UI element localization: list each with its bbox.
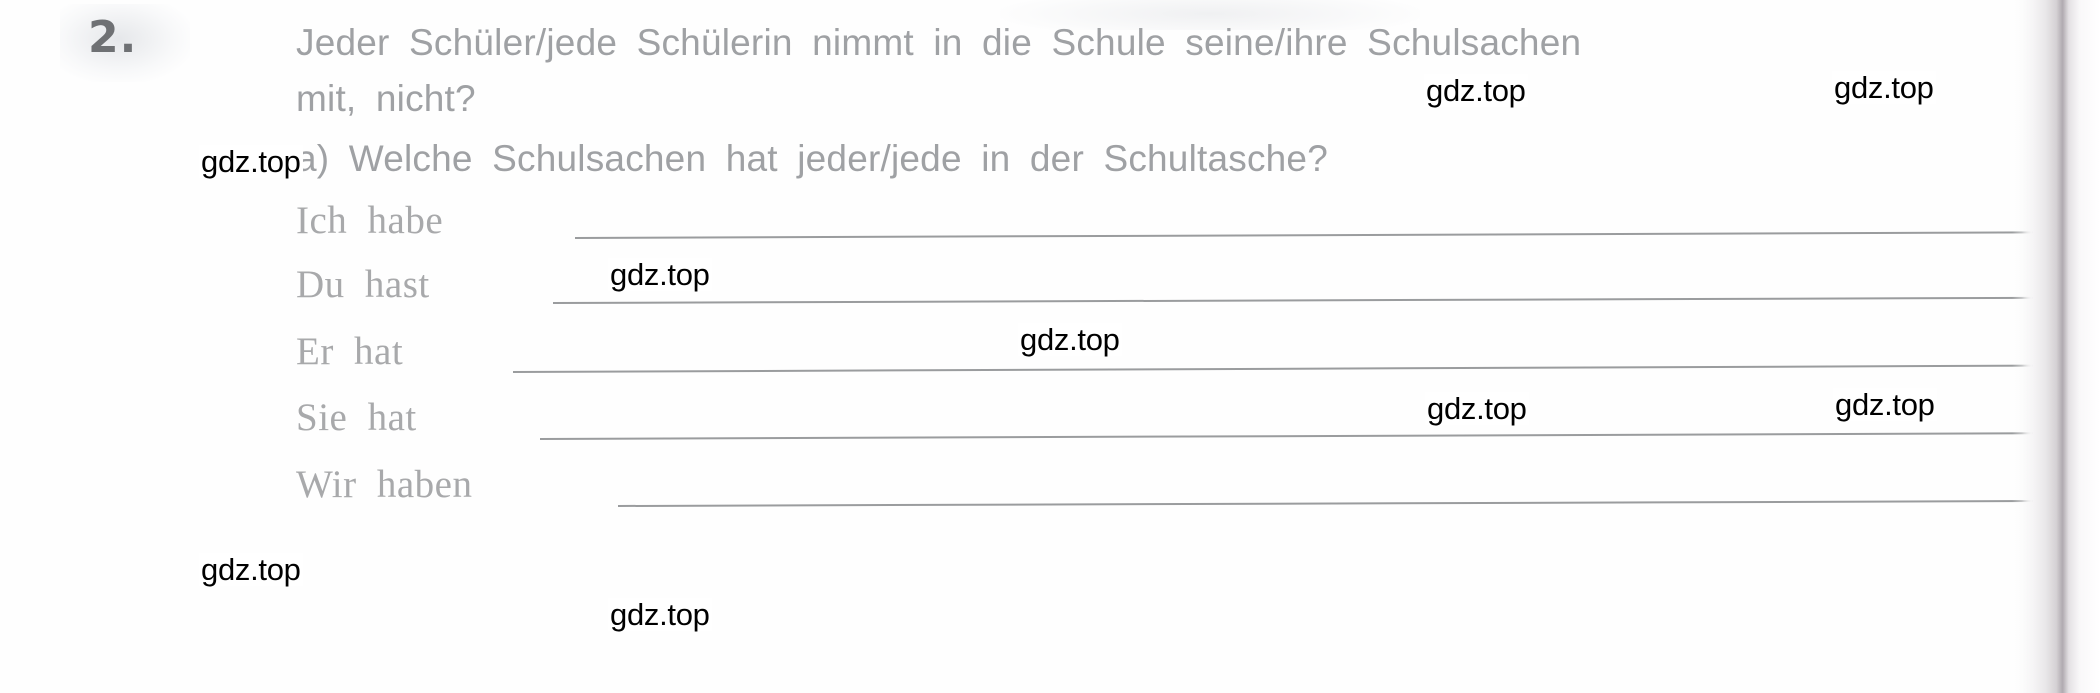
exercise-number: 2. (88, 12, 138, 63)
watermark-gdz-top: gdz.top (608, 597, 712, 632)
answer-prompt-sie-hat: Sie hat (296, 396, 417, 439)
answer-line-er-hat[interactable] (512, 364, 2063, 373)
answer-line-du-hast[interactable] (552, 296, 2063, 304)
answer-line-ich-habe[interactable] (574, 231, 2060, 239)
question-line-2: mit, nicht? (296, 78, 476, 119)
page-edge-shadow (2022, 0, 2100, 693)
answer-prompt-du-hast: Du hast (296, 263, 430, 306)
watermark-gdz-top: gdz.top (1018, 322, 1122, 357)
answer-prompt-er-hat: Er hat (296, 330, 404, 373)
sub-question-a: a) Welche Schulsachen hat jeder/jede in … (296, 138, 1328, 179)
watermark-gdz-top: gdz.top (1425, 391, 1529, 426)
scanned-page: 2. Jeder Schüler/jede Schülerin nimmt in… (0, 0, 2100, 693)
watermark-gdz-top: gdz.top (199, 144, 303, 179)
page-edge-inner-shadow (2012, 0, 2032, 693)
watermark-gdz-top: gdz.top (1832, 70, 1936, 105)
answer-prompt-ich-habe: Ich habe (296, 199, 444, 242)
answer-line-wir-haben[interactable] (617, 499, 2063, 507)
watermark-gdz-top: gdz.top (1424, 73, 1528, 108)
answer-prompt-wir-haben: Wir haben (296, 463, 473, 506)
watermark-gdz-top: gdz.top (199, 552, 303, 587)
question-line-1: Jeder Schüler/jede Schülerin nimmt in di… (296, 22, 1582, 63)
watermark-gdz-top: gdz.top (608, 257, 712, 292)
answer-line-sie-hat[interactable] (539, 432, 2065, 440)
watermark-gdz-top: gdz.top (1833, 387, 1937, 422)
